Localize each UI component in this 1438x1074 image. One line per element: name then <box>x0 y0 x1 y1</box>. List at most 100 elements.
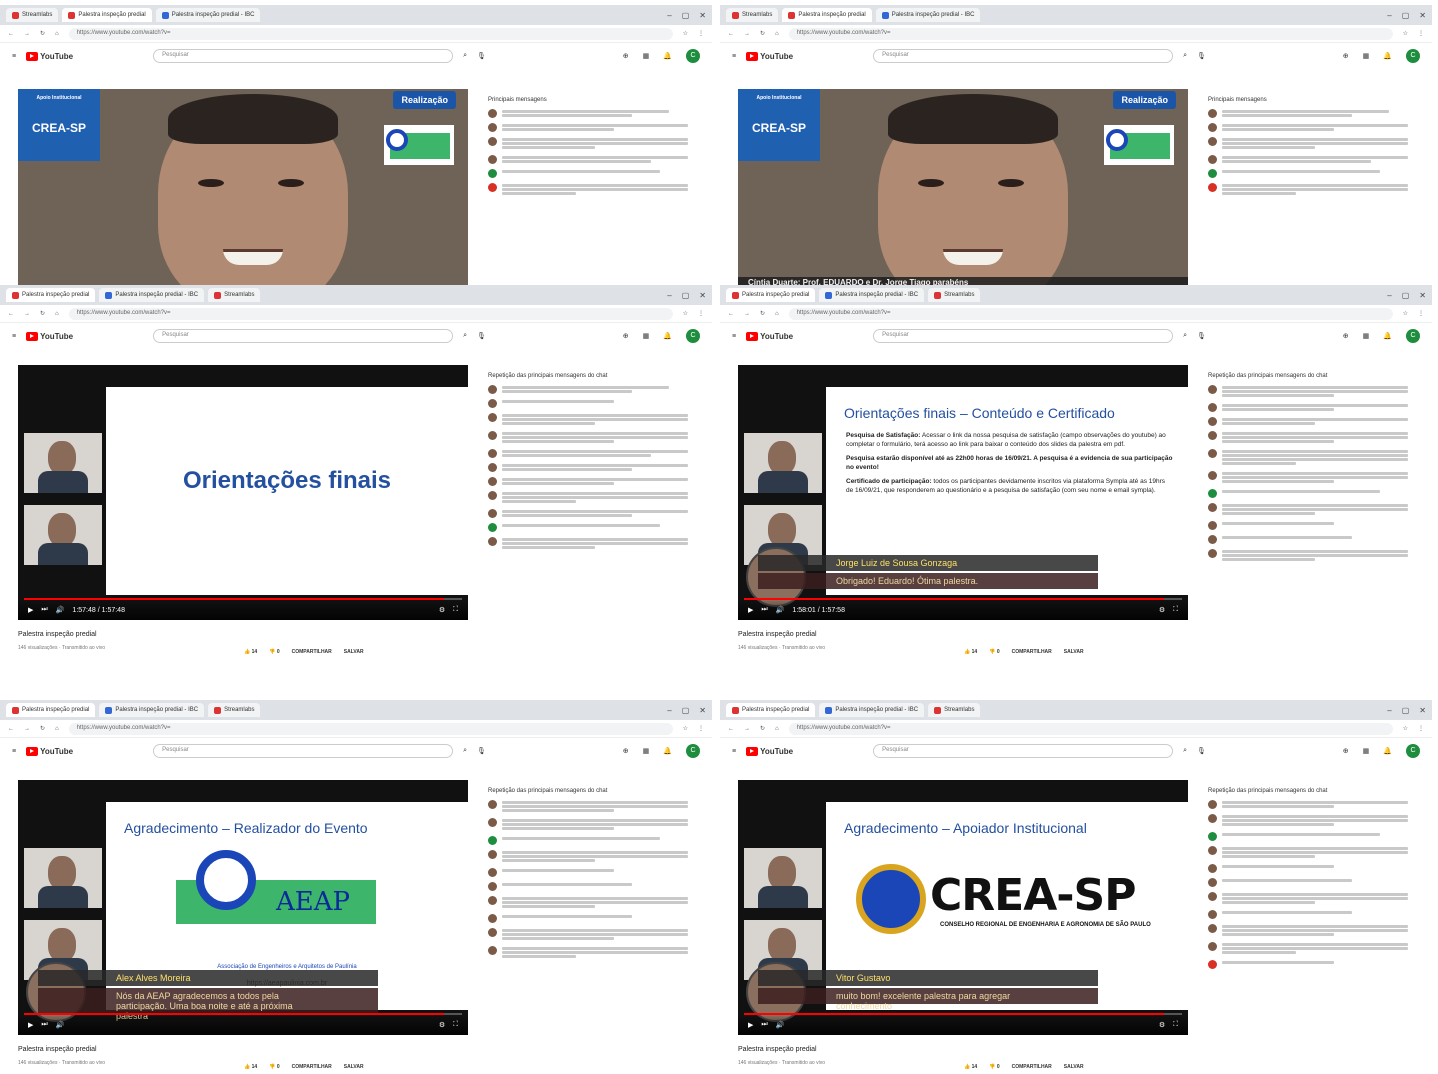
maximize-icon[interactable]: ▢ <box>682 11 690 20</box>
youtube-logo[interactable]: YouTube <box>746 51 793 61</box>
share-button[interactable]: COMPARTILHAR <box>1012 1064 1052 1070</box>
close-icon[interactable]: ✕ <box>1419 706 1426 715</box>
home-icon[interactable]: ⌂ <box>55 726 59 732</box>
account-avatar[interactable]: C <box>686 49 700 63</box>
back-icon[interactable]: ← <box>728 311 734 317</box>
reload-icon[interactable]: ↻ <box>40 725 45 732</box>
settings-icon[interactable]: ⚙ <box>1159 1021 1165 1029</box>
tab-streamlabs[interactable]: Streamlabs <box>928 288 981 302</box>
search-icon[interactable]: ⌕ <box>463 52 467 60</box>
tab-streamlabs[interactable]: Streamlabs <box>928 703 981 717</box>
reload-icon[interactable]: ↻ <box>760 310 765 317</box>
tab-studio[interactable]: Palestra inspeção predial - IBC <box>819 703 925 717</box>
fullscreen-icon[interactable]: ⛶ <box>453 1021 458 1029</box>
url-input[interactable]: https://www.youtube.com/watch?v= <box>788 307 1393 320</box>
play-icon[interactable]: ▶ <box>28 606 33 614</box>
tab-youtube[interactable]: Palestra inspeção predial <box>6 703 96 717</box>
volume-icon[interactable]: 🔊 <box>776 606 785 614</box>
url-input[interactable]: https://www.youtube.com/watch?v= <box>68 27 673 40</box>
create-icon[interactable]: ⊕ <box>623 747 629 755</box>
back-icon[interactable]: ← <box>728 726 734 732</box>
next-icon[interactable]: ⏭ <box>41 606 47 614</box>
extensions-icon[interactable]: ⋮ <box>698 310 704 317</box>
window-controls[interactable]: – ▢ ✕ <box>1387 11 1426 20</box>
dislike-button[interactable]: 👎 0 <box>269 649 279 655</box>
youtube-logo[interactable]: YouTube <box>26 331 73 341</box>
apps-icon[interactable]: ▦ <box>1363 52 1370 60</box>
save-button[interactable]: SALVAR <box>1064 1064 1084 1070</box>
video-player[interactable]: Agradecimento – Apoiador Institucional C… <box>738 780 1188 1035</box>
close-icon[interactable]: ✕ <box>699 706 706 715</box>
back-icon[interactable]: ← <box>8 31 14 37</box>
url-input[interactable]: https://www.youtube.com/watch?v= <box>68 307 673 320</box>
bookmark-icon[interactable]: ☆ <box>683 310 688 317</box>
volume-icon[interactable]: 🔊 <box>56 606 65 614</box>
maximize-icon[interactable]: ▢ <box>1402 291 1410 300</box>
create-icon[interactable]: ⊕ <box>1343 52 1349 60</box>
tab-studio[interactable]: Palestra inspeção predial - IBC <box>155 8 261 22</box>
apps-icon[interactable]: ▦ <box>1363 332 1370 340</box>
mic-icon[interactable]: 🎙 <box>1197 52 1206 60</box>
save-button[interactable]: SALVAR <box>344 649 364 655</box>
apps-icon[interactable]: ▦ <box>643 332 650 340</box>
close-icon[interactable]: ✕ <box>1419 11 1426 20</box>
menu-icon[interactable]: ≡ <box>732 748 736 755</box>
search-input[interactable]: Pesquisar <box>873 744 1174 758</box>
bookmark-icon[interactable]: ☆ <box>683 30 688 37</box>
menu-icon[interactable]: ≡ <box>12 333 16 340</box>
tab-youtube[interactable]: Palestra inspeção predial <box>726 703 816 717</box>
play-icon[interactable]: ▶ <box>748 1021 753 1029</box>
play-icon[interactable]: ▶ <box>28 1021 33 1029</box>
reload-icon[interactable]: ↻ <box>40 30 45 37</box>
apps-icon[interactable]: ▦ <box>1363 747 1370 755</box>
menu-icon[interactable]: ≡ <box>12 748 16 755</box>
settings-icon[interactable]: ⚙ <box>439 606 445 614</box>
chat-header[interactable]: Repetição das principais mensagens do ch… <box>1208 373 1408 379</box>
search-input[interactable]: Pesquisar <box>873 49 1174 63</box>
forward-icon[interactable]: → <box>24 311 30 317</box>
youtube-logo[interactable]: YouTube <box>746 331 793 341</box>
notifications-icon[interactable]: 🔔 <box>1383 332 1392 340</box>
save-button[interactable]: SALVAR <box>1064 649 1084 655</box>
search-input[interactable]: Pesquisar <box>153 329 454 343</box>
search-icon[interactable]: ⌕ <box>1183 332 1187 340</box>
maximize-icon[interactable]: ▢ <box>682 706 690 715</box>
search-icon[interactable]: ⌕ <box>1183 52 1187 60</box>
forward-icon[interactable]: → <box>744 726 750 732</box>
tab-youtube[interactable]: Palestra inspeção predial <box>6 288 96 302</box>
tab-youtube[interactable]: Palestra inspeção predial <box>726 288 816 302</box>
home-icon[interactable]: ⌂ <box>55 311 59 317</box>
create-icon[interactable]: ⊕ <box>1343 332 1349 340</box>
tab-streamlabs[interactable]: Streamlabs <box>208 703 261 717</box>
extensions-icon[interactable]: ⋮ <box>698 725 704 732</box>
volume-icon[interactable]: 🔊 <box>56 1021 65 1029</box>
notifications-icon[interactable]: 🔔 <box>663 52 672 60</box>
tab-youtube[interactable]: Palestra inspeção predial <box>62 8 152 22</box>
back-icon[interactable]: ← <box>728 31 734 37</box>
settings-icon[interactable]: ⚙ <box>439 1021 445 1029</box>
mic-icon[interactable]: 🎙 <box>477 52 486 60</box>
create-icon[interactable]: ⊕ <box>623 332 629 340</box>
account-avatar[interactable]: C <box>686 329 700 343</box>
minimize-icon[interactable]: – <box>1387 11 1391 20</box>
fullscreen-icon[interactable]: ⛶ <box>453 606 458 614</box>
like-button[interactable]: 👍 14 <box>964 1064 977 1070</box>
video-player[interactable]: Orientações finais – Conteúdo e Certific… <box>738 365 1188 620</box>
search-icon[interactable]: ⌕ <box>463 747 467 755</box>
apps-icon[interactable]: ▦ <box>643 747 650 755</box>
apps-icon[interactable]: ▦ <box>643 52 650 60</box>
home-icon[interactable]: ⌂ <box>775 311 779 317</box>
dislike-button[interactable]: 👎 0 <box>989 1064 999 1070</box>
search-input[interactable]: Pesquisar <box>153 744 454 758</box>
create-icon[interactable]: ⊕ <box>623 52 629 60</box>
like-button[interactable]: 👍 14 <box>244 649 257 655</box>
home-icon[interactable]: ⌂ <box>775 31 779 37</box>
notifications-icon[interactable]: 🔔 <box>1383 52 1392 60</box>
fullscreen-icon[interactable]: ⛶ <box>1173 1021 1178 1029</box>
youtube-logo[interactable]: YouTube <box>746 746 793 756</box>
maximize-icon[interactable]: ▢ <box>682 291 690 300</box>
reload-icon[interactable]: ↻ <box>760 30 765 37</box>
account-avatar[interactable]: C <box>1406 329 1420 343</box>
save-button[interactable]: SALVAR <box>344 1064 364 1070</box>
account-avatar[interactable]: C <box>1406 744 1420 758</box>
